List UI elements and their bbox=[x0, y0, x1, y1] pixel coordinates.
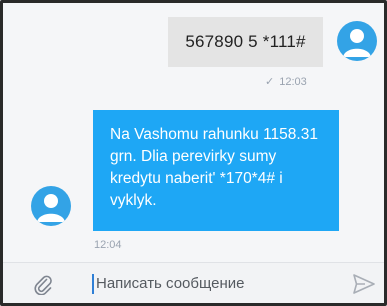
incoming-message-time: 12:04 bbox=[94, 239, 122, 251]
paperclip-icon[interactable] bbox=[33, 273, 53, 295]
avatar[interactable] bbox=[31, 186, 71, 226]
outgoing-message-time: 12:03 bbox=[279, 75, 307, 88]
outgoing-message-bubble[interactable]: 567890 5 *111# bbox=[168, 17, 323, 67]
outgoing-message-text: 567890 5 *111# bbox=[185, 32, 306, 51]
outgoing-message-meta: ✓ 12:03 bbox=[265, 75, 307, 89]
incoming-message-text: Na Vashomu rahunku 1158.31 grn. Dlia per… bbox=[110, 126, 318, 209]
user-avatar-icon bbox=[343, 29, 371, 57]
contact-avatar-icon bbox=[37, 194, 65, 222]
check-icon: ✓ bbox=[265, 76, 275, 88]
incoming-message-bubble[interactable]: Na Vashomu rahunku 1158.31 grn. Dlia per… bbox=[93, 110, 339, 231]
message-composer bbox=[3, 262, 384, 303]
message-input[interactable] bbox=[96, 275, 326, 292]
text-cursor bbox=[92, 274, 94, 294]
chat-window: 567890 5 *111# ✓ 12:03 Na Vashomu rahunk… bbox=[0, 0, 387, 306]
send-icon[interactable] bbox=[353, 274, 375, 294]
avatar[interactable] bbox=[337, 21, 377, 61]
